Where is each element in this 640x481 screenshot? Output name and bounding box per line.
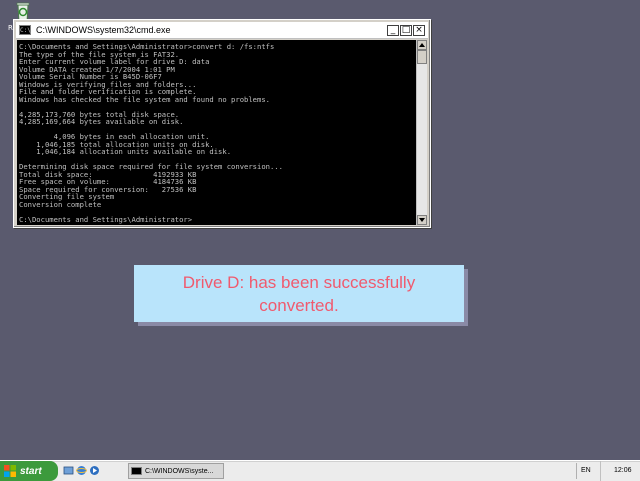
start-label: start bbox=[20, 465, 42, 477]
vertical-scrollbar[interactable] bbox=[416, 40, 427, 225]
start-button[interactable]: start bbox=[0, 461, 58, 481]
show-desktop-icon[interactable] bbox=[63, 465, 74, 476]
scroll-up-button[interactable] bbox=[417, 40, 427, 50]
taskbar-item-label: C:\WINDOWS\syste... bbox=[145, 467, 214, 475]
windows-logo-icon bbox=[4, 465, 16, 477]
system-tray: 12:06 bbox=[600, 461, 640, 481]
minimize-button[interactable]: _ bbox=[387, 24, 399, 36]
language-indicator[interactable]: EN bbox=[581, 467, 591, 474]
arrow-down-icon bbox=[419, 218, 425, 222]
cmd-window: C:\ C:\WINDOWS\system32\cmd.exe _ □ × C:… bbox=[13, 19, 431, 228]
taskbar: start C:\WINDOWS\syste... EN 12:06 bbox=[0, 460, 640, 481]
console-app-icon: C:\ bbox=[19, 25, 31, 35]
tray-separator bbox=[576, 463, 577, 479]
window-title: C:\WINDOWS\system32\cmd.exe bbox=[36, 25, 171, 35]
close-button[interactable]: × bbox=[413, 24, 425, 36]
notice-message: Drive D: has been successfully converted… bbox=[182, 272, 416, 315]
internet-explorer-icon[interactable] bbox=[76, 465, 87, 476]
conversion-notice: Drive D: has been successfully converted… bbox=[134, 265, 464, 322]
console-text: C:\Documents and Settings\Administrator>… bbox=[19, 42, 283, 224]
media-player-icon[interactable] bbox=[89, 465, 100, 476]
scroll-thumb[interactable] bbox=[417, 50, 427, 64]
console-app-icon bbox=[131, 467, 142, 475]
window-titlebar[interactable]: C:\ C:\WINDOWS\system32\cmd.exe _ □ × bbox=[16, 22, 428, 39]
clock[interactable]: 12:06 bbox=[614, 467, 632, 474]
arrow-up-icon bbox=[419, 43, 425, 47]
maximize-button[interactable]: □ bbox=[400, 24, 412, 36]
console-output[interactable]: C:\Documents and Settings\Administrator>… bbox=[17, 40, 416, 225]
taskbar-item-cmd[interactable]: C:\WINDOWS\syste... bbox=[128, 463, 224, 479]
scroll-down-button[interactable] bbox=[417, 215, 427, 225]
